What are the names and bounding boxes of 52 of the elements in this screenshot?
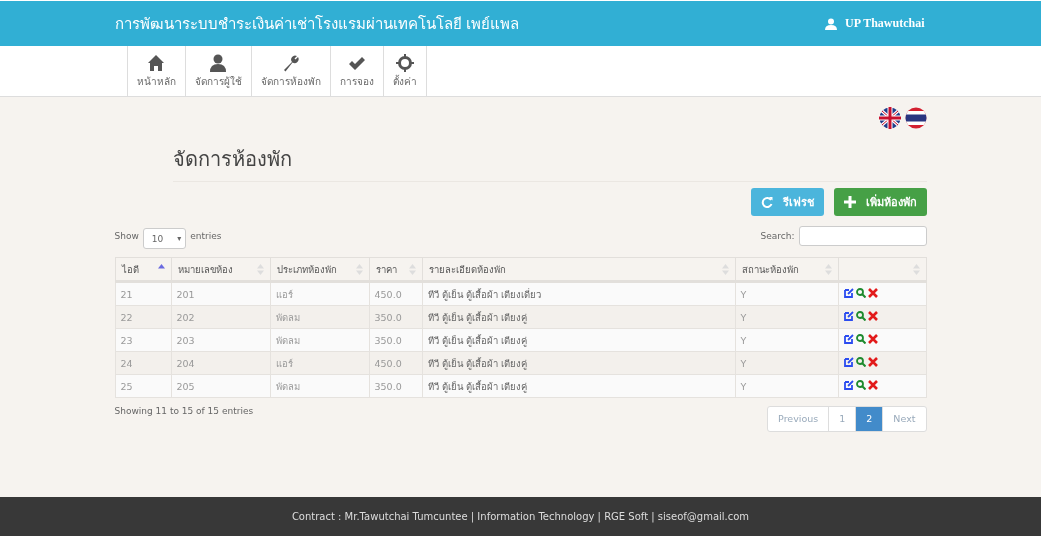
- edit-icon[interactable]: [843, 288, 854, 298]
- delete-icon[interactable]: [867, 357, 878, 367]
- table-cell: ทีวี ตู้เย็น ตู้เสื้อผ้า เตียงคู่: [422, 374, 735, 398]
- nav-tab[interactable]: หน้าหลัก: [126, 46, 186, 96]
- footer-text: Contract : Mr.Tawutchai Tumcuntee | Information Technology | RGE Soft | siseof@gmail.com: [291, 511, 750, 522]
- table-cell: 25: [115, 374, 171, 398]
- search-label: Search:: [760, 230, 795, 241]
- zoom-icon[interactable]: [855, 380, 866, 390]
- home-icon: [147, 53, 165, 72]
- table-cell: แอร์: [270, 281, 369, 306]
- table-cell: 21: [115, 281, 171, 306]
- settings-icon: [395, 53, 414, 72]
- refresh-icon: [760, 196, 773, 208]
- zoom-icon[interactable]: [855, 311, 866, 321]
- table-cell: 23: [115, 328, 171, 352]
- edit-icon[interactable]: [843, 380, 854, 390]
- table-cell: ทีวี ตู้เย็น ตู้เสื้อผ้า เตียงคู่: [422, 351, 735, 375]
- search-field[interactable]: [798, 225, 927, 246]
- zoom-icon[interactable]: [855, 288, 866, 298]
- show-label: Show: [114, 230, 139, 241]
- nav-tab[interactable]: จัดการผู้ใช้: [185, 46, 252, 96]
- zoom-icon[interactable]: [855, 357, 866, 367]
- nav-tab[interactable]: การจอง: [330, 46, 384, 96]
- table-cell: Y: [735, 281, 838, 306]
- uk-flag-icon[interactable]: [878, 107, 901, 129]
- thai-flag-icon[interactable]: [904, 107, 927, 129]
- table-cell: ทีวี ตู้เย็น ตู้เสื้อผ้า เตียงคู่: [422, 305, 735, 329]
- table-cell: ทีวี ตู้เย็น ตู้เสื้อผ้า เตียงเดี่ยว: [422, 281, 735, 306]
- edit-icon[interactable]: [843, 334, 854, 344]
- nav-tab[interactable]: จัดการห้องพัก: [251, 46, 331, 96]
- table-cell: 201: [171, 281, 270, 306]
- plus-icon: [843, 196, 856, 208]
- delete-icon[interactable]: [867, 311, 878, 321]
- site-title: การพัฒนาระบบชำระเงินค่าเช่าโรงแรมผ่านเทคโนโลยี เพย์แพล: [114, 13, 520, 35]
- pagination-button[interactable]: 2: [856, 407, 884, 431]
- table-cell: 22: [115, 305, 171, 329]
- nav-tab[interactable]: ตั้งค่า: [383, 46, 427, 96]
- user-icon: [825, 17, 838, 30]
- delete-icon[interactable]: [867, 288, 878, 298]
- edit-icon[interactable]: [843, 357, 854, 367]
- page-title: จัดการห้องพัก: [172, 143, 927, 182]
- user-icon: [209, 53, 227, 72]
- entries-label: entries: [190, 230, 222, 241]
- add-room-button[interactable]: เพิ่มห้องพัก: [833, 188, 927, 216]
- table-cell: ทีวี ตู้เย็น ตู้เสื้อผ้า เตียงคู่: [422, 328, 735, 352]
- entries-info: Showing 11 to 15 of 15 entries: [114, 406, 254, 416]
- table-cell: 24: [115, 351, 171, 375]
- page-size-select[interactable]: 10 ▾: [142, 228, 187, 249]
- zoom-icon[interactable]: [855, 334, 866, 344]
- edit-icon[interactable]: [843, 311, 854, 321]
- delete-icon[interactable]: [867, 380, 878, 390]
- delete-icon[interactable]: [867, 334, 878, 344]
